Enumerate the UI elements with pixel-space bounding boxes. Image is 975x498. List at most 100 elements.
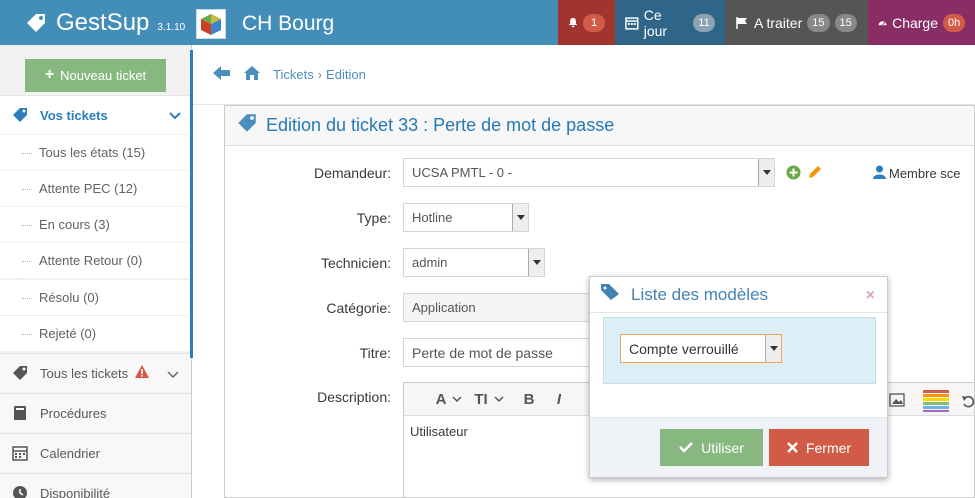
tags-icon: [600, 283, 622, 306]
sidebar-subitem-in-progress[interactable]: En cours (3): [0, 206, 191, 242]
add-user-icon[interactable]: [786, 165, 801, 183]
sidebar-item-procedures[interactable]: Procédures: [0, 393, 191, 432]
technician-value: admin: [412, 255, 448, 270]
color-picker-icon[interactable]: [923, 390, 949, 415]
alerts-badge: 1: [583, 13, 605, 32]
todo-button[interactable]: A traiter 15 15: [725, 0, 868, 45]
company-logo: [196, 9, 226, 39]
back-arrow-icon[interactable]: [213, 65, 231, 84]
new-ticket-button[interactable]: + Nouveau ticket: [25, 58, 166, 92]
home-icon[interactable]: [243, 65, 261, 84]
model-select[interactable]: Compte verrouillé: [620, 334, 782, 363]
sidebar-subitem-pending-return[interactable]: Attente Retour (0): [0, 242, 191, 278]
ticket-icon: [0, 365, 40, 381]
technician-label: Technicien:: [320, 255, 391, 271]
modal-body: Compte verrouillé: [603, 317, 876, 384]
plus-icon: +: [44, 66, 55, 83]
sidebar-subitem-all-states[interactable]: Tous les états (15): [0, 134, 191, 170]
modal-header: Liste des modèles: [590, 277, 887, 313]
bell-icon: [568, 17, 578, 28]
book-icon: [0, 405, 40, 421]
sidebar-item-label: Disponibilité: [40, 485, 111, 498]
today-button[interactable]: Ce jour 11: [615, 0, 725, 45]
breadcrumb-current: Edition: [326, 67, 366, 82]
check-icon: [679, 440, 693, 456]
today-label: Ce jour: [643, 6, 668, 39]
italic-button[interactable]: I: [552, 386, 566, 412]
panel-header: Edition du ticket 33 : Perte de mot de p…: [225, 106, 974, 146]
ticket-logo-icon: [27, 14, 45, 32]
company-name: CH Bourg: [242, 12, 335, 35]
calendar-icon: [0, 445, 40, 461]
sidebar-subitem-pending-pec[interactable]: Attente PEC (12): [0, 170, 191, 206]
chevron-down-icon: [512, 204, 528, 231]
member-service-link[interactable]: Membre sce: [873, 165, 961, 182]
load-badge: 0h: [943, 13, 965, 32]
type-value: Hotline: [412, 210, 453, 225]
undo-icon[interactable]: [961, 394, 975, 411]
user-icon: [873, 165, 886, 182]
load-button[interactable]: Charge 0h: [868, 0, 975, 45]
category-select[interactable]: Application: [403, 293, 593, 322]
calendar-icon: [625, 16, 639, 30]
title-label: Titre:: [359, 345, 391, 361]
chevron-down-icon: [765, 335, 781, 362]
font-size-button[interactable]: TI: [472, 386, 506, 412]
sidebar-subitem-rejected[interactable]: Rejeté (0): [0, 315, 191, 351]
sidebar-item-label: Vos tickets: [40, 107, 108, 123]
category-label: Catégorie:: [326, 300, 391, 316]
close-icon: [787, 440, 798, 456]
bold-button[interactable]: B: [512, 386, 546, 412]
sidebar-item-your-tickets[interactable]: Vos tickets: [0, 95, 191, 134]
todo-badge-1: 15: [807, 13, 830, 32]
brand[interactable]: GestSup 3.1.10: [24, 8, 185, 38]
sidebar-item-calendar[interactable]: Calendrier: [0, 433, 191, 472]
navbar: GestSup 3.1.10 CH Bourg 1 Ce jour 11 A t…: [0, 0, 975, 45]
breadcrumb: Tickets › Edition: [193, 45, 975, 105]
sidebar-item-all-tickets[interactable]: Tous les tickets: [0, 353, 191, 392]
app-name: GestSup: [56, 9, 150, 36]
sidebar-subitem-resolved[interactable]: Résolu (0): [0, 279, 191, 315]
ticket-icon: [0, 107, 40, 123]
clock-icon: [0, 485, 40, 498]
chevron-down-icon: [452, 396, 462, 403]
title-value: Perte de mot de passe: [412, 344, 553, 361]
today-badge: 11: [693, 13, 715, 32]
top-nav: 1 Ce jour 11 A traiter 15 15 Charge 0h: [558, 0, 975, 45]
use-button[interactable]: Utiliser: [660, 429, 763, 466]
image-icon[interactable]: [889, 393, 905, 410]
breadcrumb-tickets-link[interactable]: Tickets: [273, 67, 314, 82]
sidebar-item-label: Calendrier: [40, 445, 100, 461]
pencil-icon[interactable]: [807, 165, 822, 183]
todo-badge-2: 15: [834, 13, 857, 32]
font-button[interactable]: A: [432, 386, 466, 412]
app-version: 3.1.10: [157, 21, 186, 33]
alerts-button[interactable]: 1: [558, 0, 615, 45]
technician-select[interactable]: admin: [403, 248, 545, 277]
chevron-down-icon: [169, 108, 181, 123]
modal-footer: Utiliser Fermer: [590, 417, 887, 477]
sidebar-item-availability[interactable]: Disponibilité: [0, 473, 191, 498]
ticket-icon: [237, 113, 257, 138]
type-select[interactable]: Hotline: [403, 203, 529, 232]
requester-select[interactable]: UCSA PMTL - 0 -: [403, 158, 775, 187]
todo-label: A traiter: [754, 14, 803, 31]
chevron-down-icon: [494, 396, 504, 403]
use-button-label: Utiliser: [701, 439, 744, 456]
page-title: Edition du ticket 33 : Perte de mot de p…: [266, 115, 615, 135]
sidebar-item-label: Tous les tickets: [40, 365, 129, 381]
close-button[interactable]: Fermer: [769, 429, 869, 466]
font-label: A: [435, 390, 447, 408]
sidebar: + Nouveau ticket Vos tickets Tous les ét…: [0, 45, 192, 498]
type-label: Type:: [356, 210, 391, 226]
close-icon[interactable]: ×: [866, 287, 875, 305]
title-input[interactable]: Perte de mot de passe: [403, 338, 593, 367]
model-select-value: Compte verrouillé: [629, 340, 739, 357]
sidebar-item-label: Procédures: [40, 405, 107, 421]
member-service-label: Membre sce: [889, 166, 961, 181]
warning-icon: [134, 364, 150, 382]
description-label: Description:: [317, 389, 391, 405]
template-modal: Liste des modèles × Compte verrouillé Ut…: [589, 276, 888, 478]
category-value: Application: [412, 300, 476, 315]
chevron-down-icon: [167, 367, 179, 382]
